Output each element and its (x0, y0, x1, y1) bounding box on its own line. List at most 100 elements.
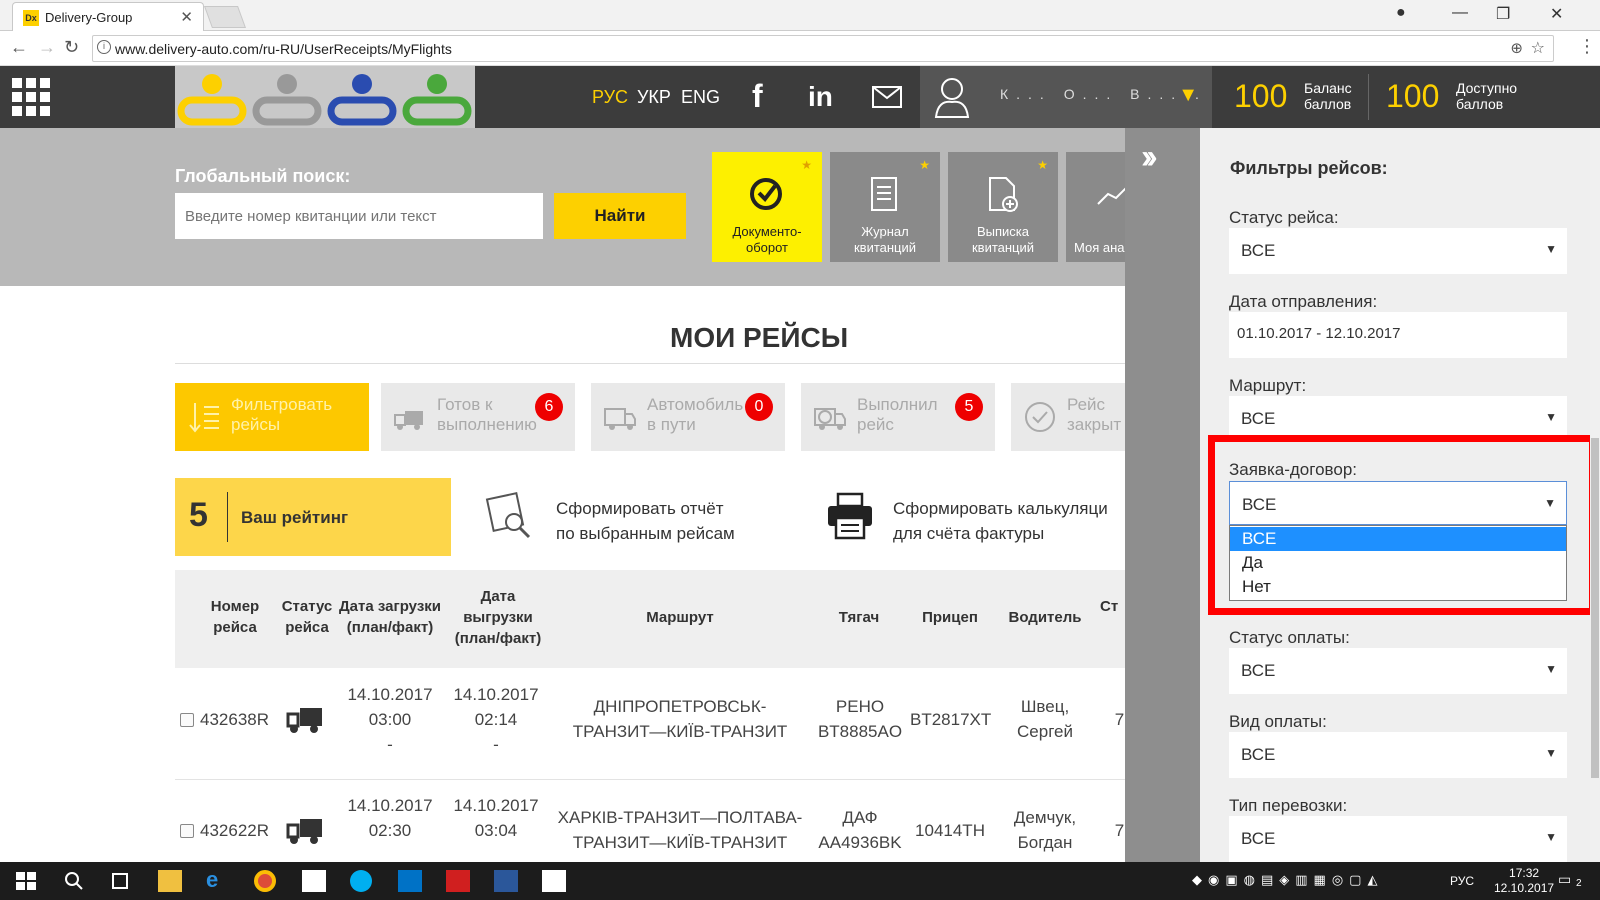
star-icon: ★ (1037, 158, 1048, 172)
linkedin-icon[interactable]: in (808, 81, 833, 113)
col-unload-date[interactable]: Дата выгрузки (план/факт) (450, 586, 546, 649)
col-flight-status[interactable]: Статус рейса (278, 596, 336, 638)
status-filter-label: Статус рейса: (1229, 208, 1339, 227)
flight-closed-button[interactable]: Рейс закрыт (1011, 383, 1125, 451)
windows-taskbar: e ◆◉▣◍▤◈▥▦◎▢◭ РУС 17:32 12.10.2017 ▭ 2 (0, 862, 1600, 900)
mail-icon[interactable] (872, 86, 902, 108)
col-tractor[interactable]: Тягач (814, 607, 904, 628)
transport-type-select[interactable]: ВСЕ ▼ (1229, 816, 1567, 862)
zoom-icon[interactable]: ⊕ (1510, 39, 1523, 57)
menu-dots-icon[interactable]: ⋮ (1578, 36, 1596, 57)
generate-calculation-link[interactable]: Сформировать калькуляци для счёта фактуры (893, 496, 1125, 546)
printer-icon[interactable] (826, 492, 874, 540)
tile-my-analytics[interactable]: Моя ана (1066, 152, 1125, 262)
col-driver[interactable]: Водитель (1000, 607, 1090, 628)
load-date: 14.10.2017 02:30 (347, 796, 433, 840)
mail-app-icon[interactable] (302, 870, 326, 892)
balance-value: 100 (1234, 78, 1288, 114)
browser-titlebar: Dx Delivery-Group ✕ ● — ❐ ✕ (0, 0, 1600, 31)
col-flight-number[interactable]: Номер рейса (200, 596, 270, 638)
payment-status-select[interactable]: ВСЕ ▼ (1229, 648, 1567, 694)
apps-grid-icon[interactable] (12, 78, 50, 116)
ie-browser-icon[interactable]: e (206, 867, 230, 892)
generate-report-link[interactable]: Сформировать отчёт по выбранным рейсам (556, 496, 735, 546)
global-search-label: Глобальный поиск: (175, 166, 351, 186)
task-view-icon[interactable] (108, 870, 132, 892)
back-icon[interactable]: ← (10, 37, 28, 58)
profile-icon[interactable]: ● (1396, 4, 1406, 22)
user-name: К... О... В... . (1000, 86, 1207, 102)
driver: Демчук, Богдан (1013, 808, 1077, 852)
vehicle-on-route-button[interactable]: Автомобиль в пути 0 (591, 383, 785, 451)
close-window-icon[interactable]: ✕ (1550, 4, 1563, 24)
col-route[interactable]: Маршрут (560, 607, 800, 628)
restore-icon[interactable]: ❐ (1496, 4, 1510, 24)
tile-label: Журнал квитанций (853, 224, 917, 255)
photos-icon[interactable] (542, 870, 566, 892)
info-icon[interactable]: i (97, 40, 111, 54)
dropdown-arrow-icon: ▼ (1545, 746, 1557, 760)
dropdown-arrow-icon: ▼ (1545, 242, 1557, 256)
site-logo[interactable] (175, 66, 475, 128)
reload-icon[interactable]: ↻ (64, 37, 79, 58)
keyboard-language[interactable]: РУС (1450, 874, 1474, 888)
close-tab-icon[interactable]: ✕ (180, 8, 193, 26)
user-menu[interactable]: К... О... В... . ▼ (920, 66, 1212, 128)
page-scrollbar[interactable] (1590, 128, 1600, 862)
trailer: 10414TH (915, 821, 985, 840)
lang-ua[interactable]: УКР (637, 87, 671, 108)
report-search-icon[interactable] (484, 490, 534, 540)
notification-icon[interactable]: ▭ (1558, 871, 1571, 888)
forward-icon[interactable]: → (38, 37, 56, 58)
row-checkbox[interactable] (180, 824, 194, 838)
global-search-input[interactable] (175, 193, 543, 239)
ready-to-execute-button[interactable]: Готов к выполнению 6 (381, 383, 575, 451)
facebook-icon[interactable]: f (752, 78, 763, 115)
rating-block: 5 Ваш рейтинг (175, 478, 451, 556)
lang-en[interactable]: ENG (681, 87, 720, 108)
truck-check-icon (814, 408, 846, 430)
payment-status-label: Статус оплаты: (1229, 628, 1350, 647)
lang-ru[interactable]: РУС (592, 87, 628, 108)
tile-receipt-journal[interactable]: ★ Журнал квитанций (830, 152, 940, 262)
col-trailer[interactable]: Прицеп (910, 607, 990, 628)
browser-tab[interactable]: Dx Delivery-Group ✕ (12, 2, 204, 31)
departure-date-input[interactable]: 01.10.2017 - 12.10.2017 (1229, 312, 1567, 358)
windows-start-icon[interactable] (14, 870, 38, 892)
url-field[interactable]: i www.delivery-auto.com/ru-RU/UserReceip… (92, 35, 1554, 62)
flight-completed-button[interactable]: Выполнил рейс 5 (801, 383, 995, 451)
filter-flights-button[interactable]: Фильтровать рейсы (175, 383, 369, 451)
tile-receipt-statement[interactable]: ★ Выписка квитанций (948, 152, 1058, 262)
col-load-date[interactable]: Дата загрузки (план/факт) (336, 596, 444, 638)
double-chevron-right-icon[interactable]: ›› (1141, 138, 1157, 177)
acrobat-icon[interactable] (446, 870, 470, 892)
word-icon[interactable] (494, 870, 518, 892)
tile-document-flow[interactable]: ★ Документо-оборот (712, 152, 822, 262)
skype-icon[interactable] (350, 870, 372, 892)
file-explorer-icon[interactable] (158, 870, 182, 892)
filter-label: Готов к выполнению (437, 395, 537, 434)
status-filter-select[interactable]: ВСЕ ▼ (1229, 228, 1567, 274)
scrollbar-thumb[interactable] (1591, 438, 1599, 778)
row-checkbox[interactable] (180, 713, 194, 727)
chrome-icon[interactable] (254, 870, 276, 892)
outlook-icon[interactable] (398, 870, 422, 892)
trailer: BT2817XT (910, 710, 992, 729)
rating-value: 5 (189, 496, 208, 534)
tray-icons[interactable]: ◆◉▣◍▤◈▥▦◎▢◭ (1192, 872, 1383, 888)
payment-type-select[interactable]: ВСЕ ▼ (1229, 732, 1567, 778)
driver: Швец, Сергей (1017, 697, 1073, 741)
col-more[interactable]: Ст (1100, 596, 1125, 617)
chevron-down-icon[interactable]: ▼ (1178, 84, 1198, 107)
search-icon[interactable] (62, 870, 86, 892)
minimize-icon[interactable]: — (1452, 4, 1468, 22)
search-button[interactable]: Найти (554, 193, 686, 239)
forklift-status-icon (286, 708, 322, 733)
system-clock[interactable]: 17:32 12.10.2017 (1494, 866, 1554, 896)
load-date: 14.10.2017 03:00- (347, 685, 433, 754)
tractor: ДАФ AA4936BK (818, 808, 902, 852)
new-tab-button[interactable] (203, 6, 247, 28)
bookmark-star-icon[interactable]: ☆ (1531, 38, 1545, 58)
route: ДНІПРОПЕТРОВСЬК- ТРАНЗИТ—КИЇВ-ТРАНЗИТ (572, 697, 788, 741)
unload-date: 14.10.2017 03:04 (453, 796, 539, 840)
